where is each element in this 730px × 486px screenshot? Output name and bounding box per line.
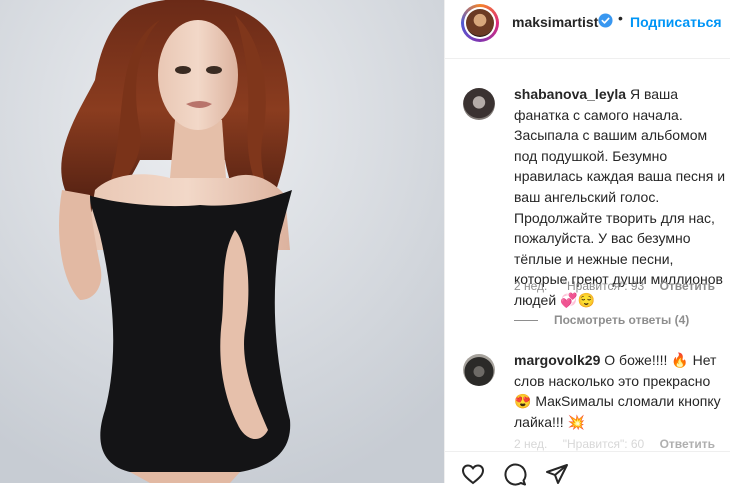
view-replies-label: Посмотреть ответы (4) bbox=[554, 313, 690, 327]
view-replies-button[interactable]: Посмотреть ответы (4) bbox=[514, 313, 689, 327]
comment-meta: 2 нед. "Нравится": 93 Ответить bbox=[514, 279, 727, 293]
author-avatar[interactable] bbox=[461, 4, 499, 42]
heart-icon[interactable] bbox=[461, 462, 485, 486]
comment-body: margovolk29 О боже!!!! 🔥 Нет слов наскол… bbox=[514, 350, 727, 432]
comment-likes[interactable]: "Нравится": 93 bbox=[563, 279, 645, 293]
comment-icon[interactable] bbox=[503, 462, 527, 486]
commenter-avatar[interactable] bbox=[463, 88, 495, 120]
comment-time: 2 нед. bbox=[514, 279, 548, 293]
post-photo[interactable] bbox=[0, 0, 444, 483]
comment-item: shabanova_leyla Я ваша фанатка с самого … bbox=[463, 84, 725, 308]
header-divider bbox=[445, 58, 730, 59]
paper-plane-icon[interactable] bbox=[545, 462, 569, 486]
reply-button[interactable]: Ответить bbox=[660, 437, 715, 451]
comment-meta: 2 нед. "Нравится": 60 Ответить bbox=[514, 437, 727, 451]
reply-button[interactable]: Ответить bbox=[660, 279, 715, 293]
commenter-username[interactable]: shabanova_leyla bbox=[514, 86, 626, 102]
post-actions-bar bbox=[445, 451, 730, 486]
photo-illustration bbox=[0, 0, 444, 483]
commenter-username[interactable]: margovolk29 bbox=[514, 352, 600, 368]
comment-text: Я ваша фанатка с самого начала. Засыпала… bbox=[514, 86, 726, 308]
comment-body: shabanova_leyla Я ваша фанатка с самого … bbox=[514, 84, 727, 311]
verified-badge-icon bbox=[598, 13, 613, 28]
replies-divider-line bbox=[514, 320, 538, 322]
comment-likes[interactable]: "Нравится": 60 bbox=[563, 437, 645, 451]
follow-button[interactable]: Подписаться bbox=[630, 14, 722, 30]
author-username[interactable]: maksimartist bbox=[512, 14, 598, 30]
post-details-panel: maksimartist • Подписаться shabanova_ley… bbox=[444, 0, 730, 486]
commenter-avatar[interactable] bbox=[463, 354, 495, 386]
post-header: maksimartist • Подписаться bbox=[445, 0, 730, 56]
separator-dot: • bbox=[618, 10, 623, 26]
comment-item: margovolk29 О боже!!!! 🔥 Нет слов наскол… bbox=[463, 350, 725, 430]
comment-time: 2 нед. bbox=[514, 437, 548, 451]
